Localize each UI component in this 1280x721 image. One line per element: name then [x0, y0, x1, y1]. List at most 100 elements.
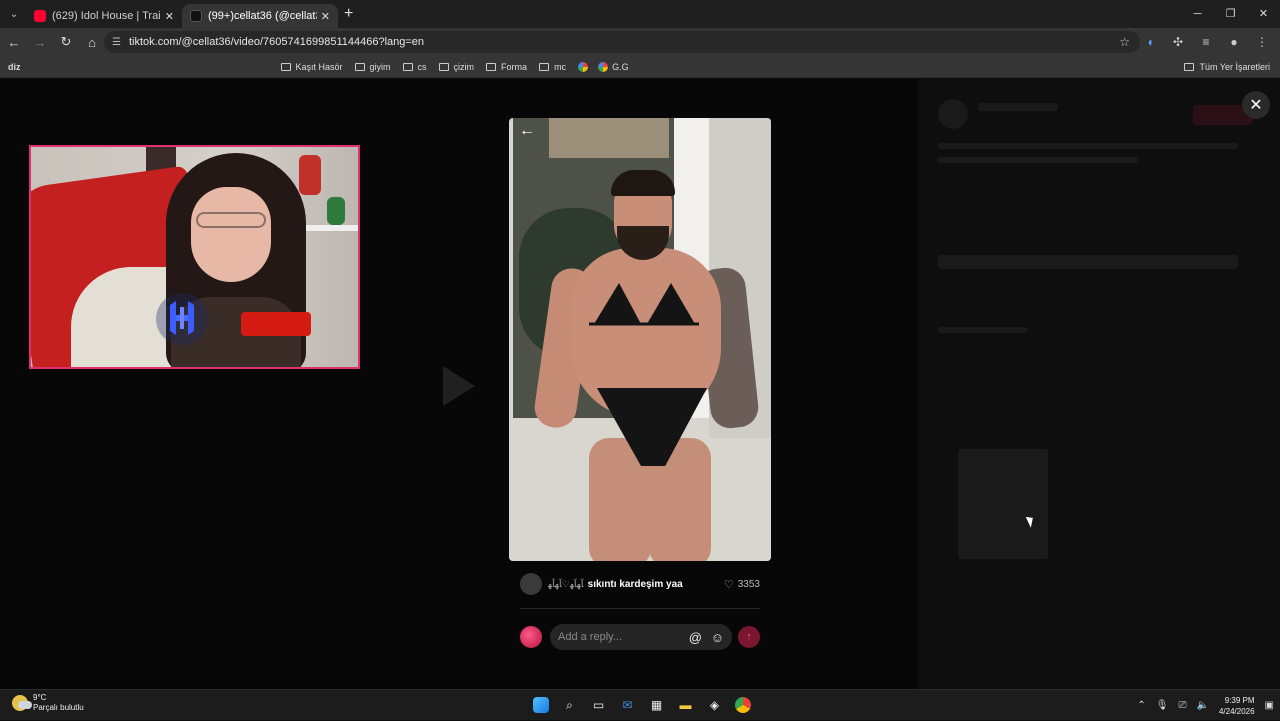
menu-kebab-icon[interactable]: ⋮: [1250, 35, 1274, 49]
taskbar-apps: ⌕ ▭ ✉ ▦ ▬ ◈: [527, 694, 757, 716]
url-text: tiktok.com/@cellat36/video/7605741699851…: [128, 36, 425, 48]
bookmark-label: çizim: [453, 61, 475, 72]
page-content: ✕ ← ﺂﻬﺂﻬ♡ﺂﻬﺂﻬ sıkıntı kardeşim yaa ♡ 335…: [0, 79, 1280, 689]
tab-tiktok[interactable]: (99+)cellat36 (@cellat36) | TikT ✕: [182, 4, 338, 28]
bookmark-label: Kaşıt Hasör: [295, 61, 343, 72]
folder-icon: [354, 62, 365, 71]
notification-icon[interactable]: ▣: [1265, 700, 1274, 711]
bookmark-label: giyim: [369, 61, 391, 72]
emoji-icon[interactable]: ☺: [711, 630, 724, 645]
bookmark-google[interactable]: [578, 61, 592, 72]
comment-text: sıkıntı kardeşim yaa: [587, 578, 683, 590]
folder-icon: [402, 62, 413, 71]
minimize-button[interactable]: ─: [1181, 0, 1214, 28]
reload-button[interactable]: ↻: [54, 34, 78, 50]
close-tab-icon[interactable]: ✕: [165, 10, 174, 23]
close-modal-button[interactable]: ✕: [1242, 91, 1270, 119]
tab-title: (629) Idol House | Training 01 |: [52, 10, 161, 22]
windows-start-icon[interactable]: [533, 697, 549, 713]
new-tab-button[interactable]: +: [344, 5, 353, 23]
profile-icon[interactable]: ●: [1222, 35, 1246, 49]
close-tab-icon[interactable]: ✕: [321, 10, 330, 23]
taskbar: 9°C Parçalı bulutlu ⌕ ▭ ✉ ▦ ▬ ◈ ⌃ 🎙 ⎚ 🔈 …: [0, 689, 1280, 720]
system-tray: ⌃ 🎙 ⎚ 🔈 9:39 PM 4/24/2026 ▣: [1127, 690, 1274, 721]
youtube-icon: [34, 10, 46, 22]
comment-row: ﺂﻬﺂﻬ♡ﺂﻬﺂﻬ sıkıntı kardeşim yaa ♡ 3353: [520, 571, 760, 597]
like-button[interactable]: ♡ 3353: [724, 578, 760, 591]
address-bar[interactable]: ☰ tiktok.com/@cellat36/video/76057416998…: [104, 31, 1140, 53]
tab-title: (99+)cellat36 (@cellat36) | TikT: [208, 10, 317, 22]
dimmed-side-panel: [918, 79, 1280, 689]
bookmark-label: cs: [417, 61, 427, 72]
store-icon[interactable]: ▦: [646, 694, 668, 716]
bookmark-star-icon[interactable]: ☆: [1119, 35, 1130, 49]
send-button[interactable]: ↑: [738, 626, 760, 648]
divider: [520, 608, 760, 609]
extension-icon[interactable]: ◖: [1138, 35, 1162, 49]
like-count: 3353: [737, 578, 760, 590]
close-window-button[interactable]: ✕: [1247, 0, 1280, 28]
site-info-icon[interactable]: ☰: [112, 37, 121, 48]
temperature: 9°C: [33, 693, 47, 702]
clock[interactable]: 9:39 PM 4/24/2026: [1219, 695, 1255, 717]
reply-input[interactable]: Add a reply... @ ☺: [550, 624, 732, 650]
bookmark-item[interactable]: diz: [8, 62, 21, 72]
bookmark-folder[interactable]: cs: [402, 61, 427, 72]
extensions-puzzle-icon[interactable]: ✣: [1166, 35, 1190, 49]
volume-icon[interactable]: 🔈: [1197, 700, 1209, 711]
microphone-icon[interactable]: 🎙: [1156, 700, 1169, 711]
bookmark-folder[interactable]: Kaşıt Hasör: [280, 61, 343, 72]
folder-icon: [438, 62, 449, 71]
weather-widget[interactable]: 9°C Parçalı bulutlu: [12, 693, 84, 713]
weather-text: Parçalı bulutlu: [33, 703, 84, 712]
folder-icon: [486, 62, 497, 71]
tab-search-button[interactable]: ⌄: [2, 0, 26, 28]
heart-icon: ♡: [723, 578, 734, 591]
video-player[interactable]: ←: [509, 118, 771, 561]
comment-username[interactable]: ﺂﻬﺂﻬ♡ﺂﻬﺂﻬ: [548, 579, 584, 590]
bookmark-folder[interactable]: Forma: [486, 62, 527, 72]
tab-youtube[interactable]: (629) Idol House | Training 01 | ✕: [26, 4, 182, 28]
reply-bar: Add a reply... @ ☺ ↑: [520, 624, 762, 650]
bookmark-label: G.G: [612, 61, 629, 72]
bookmark-label: Forma: [501, 61, 528, 72]
google-icon: [578, 61, 589, 72]
background-play-icon: [443, 366, 475, 406]
window-controls: ─ ❐ ✕: [1181, 0, 1280, 28]
folder-icon: [539, 62, 550, 71]
reply-placeholder: Add a reply...: [558, 631, 622, 643]
back-arrow-icon[interactable]: ←: [519, 122, 535, 140]
app-icon[interactable]: ◈: [704, 694, 726, 716]
toolbar: ← → ↻ ⌂ ☰ tiktok.com/@cellat36/video/760…: [0, 28, 1280, 56]
forward-button[interactable]: →: [28, 35, 52, 50]
bookmark-folder[interactable]: giyim: [354, 61, 391, 72]
avatar[interactable]: [520, 573, 542, 595]
bookmark-google[interactable]: G.G: [598, 61, 629, 72]
bookmarks-bar: diz Kaşıt Hasör giyim cs çizim Forma mc …: [0, 56, 1280, 78]
folder-icon: [280, 62, 291, 71]
folder-icon: [1184, 62, 1195, 71]
mention-icon[interactable]: @: [689, 630, 702, 645]
weather-icon: [12, 695, 32, 711]
bookmark-label: diz: [8, 61, 21, 72]
search-icon[interactable]: ⌕: [559, 694, 581, 716]
clock-time: 9:39 PM: [1224, 695, 1255, 705]
file-explorer-icon[interactable]: ▬: [675, 694, 697, 716]
all-bookmarks[interactable]: Tüm Yer İşaretleri: [1184, 62, 1270, 72]
avatar: [520, 626, 542, 648]
bookmark-label: mc: [554, 61, 567, 72]
media-control-icon[interactable]: ≡: [1194, 35, 1218, 49]
restore-button[interactable]: ❐: [1214, 0, 1247, 28]
task-view-icon[interactable]: ▭: [588, 694, 610, 716]
chrome-icon[interactable]: [735, 697, 751, 713]
bookmark-folder[interactable]: çizim: [438, 61, 475, 72]
back-button[interactable]: ←: [2, 35, 26, 50]
network-icon[interactable]: ⎚: [1179, 700, 1187, 711]
chevron-up-icon[interactable]: ⌃: [1137, 700, 1145, 711]
bookmark-label: Tüm Yer İşaretleri: [1199, 61, 1270, 72]
home-button[interactable]: ⌂: [80, 35, 104, 50]
tab-strip: ⌄ (629) Idol House | Training 01 | ✕ (99…: [0, 0, 1280, 28]
outlook-icon[interactable]: ✉: [617, 694, 639, 716]
bookmark-folder[interactable]: mc: [539, 62, 566, 72]
tiktok-icon: [190, 10, 202, 22]
